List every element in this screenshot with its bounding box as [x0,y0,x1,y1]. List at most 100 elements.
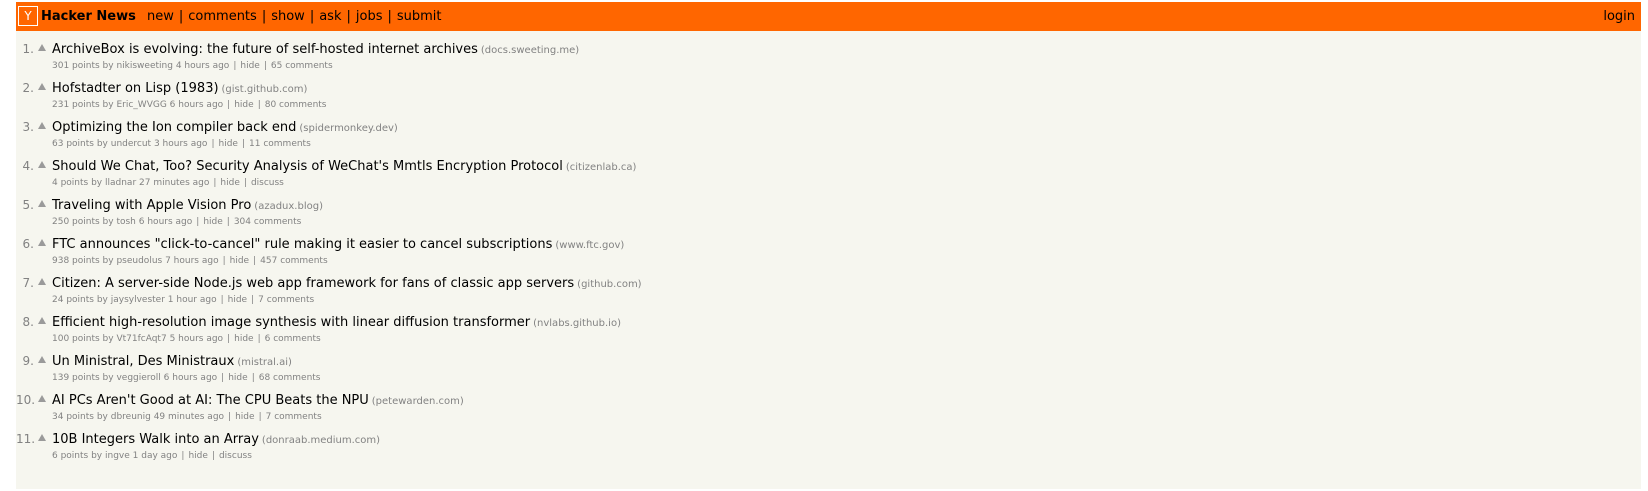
story-title-link[interactable]: Citizen: A server-side Node.js web app f… [52,276,574,291]
story-hide-link[interactable]: hide [235,412,254,422]
story-comments-link[interactable]: discuss [251,178,284,188]
story-user-link[interactable]: lladnar [105,178,136,188]
story-title-line: Efficient high-resolution image synthesi… [52,315,621,330]
story-title-link[interactable]: ArchiveBox is evolving: the future of se… [52,42,478,57]
upvote-arrow-icon[interactable] [38,239,46,246]
story-title-link[interactable]: 10B Integers Walk into an Array [52,432,259,447]
upvote-arrow-icon[interactable] [38,434,46,441]
story-site-link[interactable]: (gist.github.com) [222,84,308,95]
story-site-link[interactable]: (docs.sweeting.me) [481,45,579,56]
story-comments-link[interactable]: 65 comments [271,61,333,71]
subtext-separator: | [257,334,261,344]
story-hide-link[interactable]: hide [230,256,249,266]
story-hide-link[interactable]: hide [234,100,253,110]
story-user-link[interactable]: Eric_WVGG [116,100,166,110]
story-age-link[interactable]: 7 hours ago [165,256,219,266]
story-title-link[interactable]: AI PCs Aren't Good at AI: The CPU Beats … [52,393,369,408]
story-age-link[interactable]: 27 minutes ago [139,178,209,188]
story-user-link[interactable]: undercut [111,139,151,149]
story-age-link[interactable]: 5 hours ago [170,334,224,344]
upvote-arrow-icon[interactable] [38,44,46,51]
story-title-link[interactable]: Hofstadter on Lisp (1983) [52,81,219,96]
story-hide-link[interactable]: hide [228,295,247,305]
story-comments-link[interactable]: 80 comments [265,100,327,110]
nav-new-link[interactable]: new [147,9,174,24]
nav-jobs-link[interactable]: jobs [356,9,383,24]
story-user-link[interactable]: tosh [116,217,135,227]
upvote-arrow-icon[interactable] [38,122,46,129]
subtext-separator: | [243,178,247,188]
story-site-link[interactable]: (spidermonkey.dev) [299,123,397,134]
login-link[interactable]: login [1603,9,1635,24]
story-title-link[interactable]: Un Ministral, Des Ministraux [52,354,234,369]
story-site-link[interactable]: (donraab.medium.com) [262,435,380,446]
story-comments-link[interactable]: 304 comments [234,217,302,227]
story-points: 4 points [52,178,89,188]
subtext-separator: | [181,451,185,461]
story-age-link[interactable]: 6 hours ago [164,373,218,383]
story-row: 2. Hofstadter on Lisp (1983) (gist.github.… [16,79,1641,118]
story-user-link[interactable]: nikisweeting [116,61,173,71]
story-comments-link[interactable]: 6 comments [265,334,321,344]
upvote-arrow-icon[interactable] [38,83,46,90]
story-age-link[interactable]: 49 minutes ago [154,412,224,422]
story-user-link[interactable]: dbreunig [111,412,151,422]
subtext-separator: | [258,412,262,422]
nav-separator: | [178,9,184,24]
upvote-arrow-icon[interactable] [38,161,46,168]
nav-comments-link[interactable]: comments [188,9,257,24]
story-site-link[interactable]: (nvlabs.github.io) [533,318,621,329]
story-hide-link[interactable]: hide [188,451,207,461]
story-hide-link[interactable]: hide [240,61,259,71]
upvote-arrow-icon[interactable] [38,356,46,363]
story-hide-link[interactable]: hide [228,373,247,383]
story-user-link[interactable]: Vt71fcAqt7 [116,334,166,344]
story-user-link[interactable]: jaysylvester [111,295,165,305]
story-row: 3. Optimizing the Ion compiler back end (s… [16,118,1641,157]
nav-show-link[interactable]: show [271,9,305,24]
story-comments-link[interactable]: 457 comments [260,256,328,266]
upvote-arrow-icon[interactable] [38,317,46,324]
story-user-link[interactable]: pseudolus [116,256,162,266]
story-hide-link[interactable]: hide [219,139,238,149]
story-comments-link[interactable]: 7 comments [266,412,322,422]
story-site-link[interactable]: (azadux.blog) [254,201,323,212]
upvote-arrow-icon[interactable] [38,395,46,402]
story-site-link[interactable]: (github.com) [577,279,641,290]
story-title-link[interactable]: Should We Chat, Too? Security Analysis o… [52,159,563,174]
subtext-separator: | [251,295,255,305]
story-row: 10. AI PCs Aren't Good at AI: The CPU Bea… [16,391,1641,430]
story-age-link[interactable]: 6 hours ago [139,217,193,227]
story-user-link[interactable]: veggieroll [116,373,160,383]
story-title-link[interactable]: Efficient high-resolution image synthesi… [52,315,530,330]
story-rank: 4. [22,159,34,173]
nav-submit-link[interactable]: submit [397,9,442,24]
story-age-link[interactable]: 1 hour ago [168,295,217,305]
story-age-link[interactable]: 6 hours ago [170,100,224,110]
story-site-link[interactable]: (mistral.ai) [237,357,292,368]
story-hide-link[interactable]: hide [203,217,222,227]
story-site-link[interactable]: (www.ftc.gov) [555,240,624,251]
story-title-link[interactable]: FTC announces "click-to-cancel" rule mak… [52,237,552,252]
story-comments-link[interactable]: 11 comments [249,139,311,149]
story-title-link[interactable]: Traveling with Apple Vision Pro [52,198,251,213]
story-site-link[interactable]: (petewarden.com) [372,396,464,407]
story-user-link[interactable]: ingve [105,451,130,461]
story-comments-link[interactable]: discuss [219,451,252,461]
upvote-arrow-icon[interactable] [38,200,46,207]
story-title-link[interactable]: Optimizing the Ion compiler back end [52,120,296,135]
y-logo-icon[interactable]: Y [18,6,38,26]
story-hide-link[interactable]: hide [234,334,253,344]
subtext-separator: | [196,217,200,227]
story-age-link[interactable]: 3 hours ago [154,139,208,149]
story-age-link[interactable]: 1 day ago [133,451,178,461]
story-site-link[interactable]: (citizenlab.ca) [566,162,637,173]
site-name-link[interactable]: Hacker News [41,9,136,24]
story-comments-link[interactable]: 68 comments [259,373,321,383]
upvote-arrow-icon[interactable] [38,278,46,285]
story-hide-link[interactable]: hide [220,178,239,188]
story-comments-link[interactable]: 7 comments [258,295,314,305]
story-row: 11. 10B Integers Walk into an Array (donra… [16,430,1641,469]
story-age-link[interactable]: 4 hours ago [176,61,230,71]
nav-ask-link[interactable]: ask [319,9,341,24]
